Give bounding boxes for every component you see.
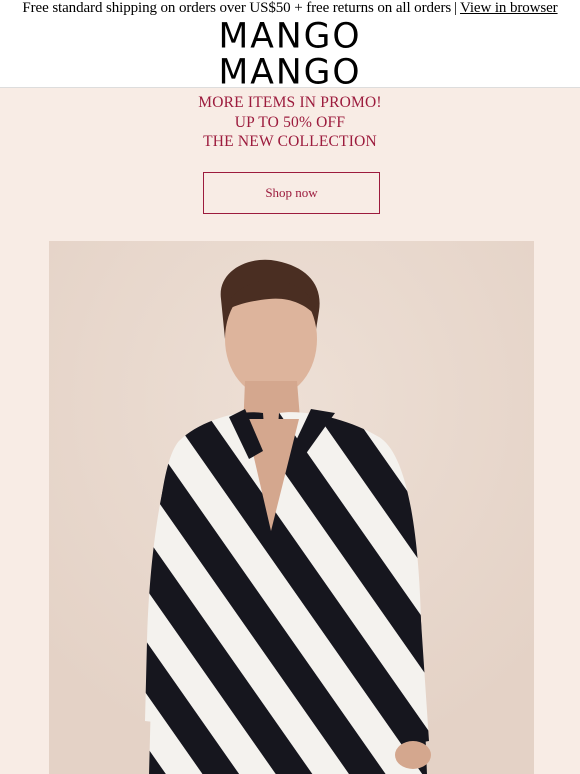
view-in-browser-link[interactable]: View in browser xyxy=(460,0,558,16)
model-illustration xyxy=(49,241,534,774)
shipping-text: Free standard shipping on orders over US… xyxy=(22,0,452,16)
shop-now-button[interactable]: Shop now xyxy=(203,172,380,214)
promo-section: MORE ITEMS IN PROMO! UP TO 50% OFF THE N… xyxy=(0,87,580,774)
logo-line-1: MANGO xyxy=(219,17,362,52)
separator: | xyxy=(454,0,457,16)
promo-line-2: UP TO 50% OFF xyxy=(234,113,346,131)
svg-text:MANGO: MANGO xyxy=(219,17,362,52)
svg-text:MANGO: MANGO xyxy=(219,52,362,87)
promo-line-3: THE NEW COLLECTION xyxy=(203,133,377,150)
logo-line-2: MANGO xyxy=(219,52,362,87)
logo[interactable]: MANGO MANGO xyxy=(0,16,580,87)
promo-line-1: MORE ITEMS IN PROMO! xyxy=(198,94,382,111)
shipping-banner: Free standard shipping on orders over US… xyxy=(0,0,580,16)
promo-headline: MORE ITEMS IN PROMO! UP TO 50% OFF THE N… xyxy=(0,93,580,152)
hero-image[interactable] xyxy=(49,241,534,774)
